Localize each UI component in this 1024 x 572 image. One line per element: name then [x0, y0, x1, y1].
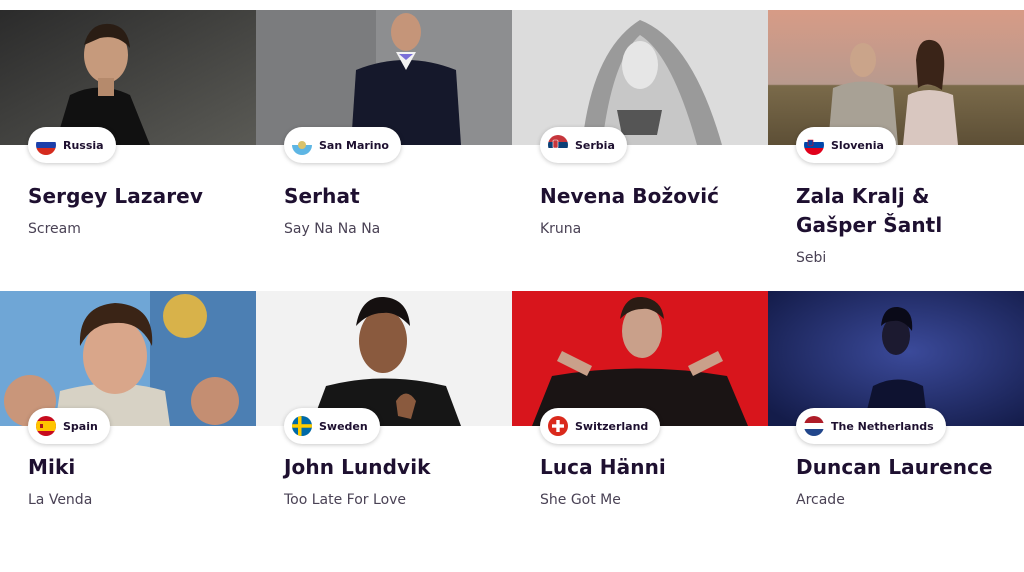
- artist-name: Duncan Laurence: [796, 455, 993, 479]
- artist-name: Miki: [28, 455, 76, 479]
- artist-photo: [256, 291, 512, 426]
- switzerland-flag-icon: [548, 416, 568, 436]
- song-title: Arcade: [796, 492, 845, 508]
- country-name: Switzerland: [575, 419, 649, 433]
- participant-card-sweden[interactable]: Sweden John Lundvik Too Late For Love: [256, 291, 512, 572]
- artist-photo: [0, 291, 256, 426]
- country-tag: Spain: [28, 408, 110, 444]
- sweden-flag-icon: [292, 416, 312, 436]
- artist-photo: [768, 10, 1024, 145]
- slovenia-flag-icon: [804, 135, 824, 155]
- artist-photo: [256, 10, 512, 145]
- participant-card-switzerland[interactable]: Switzerland Luca Hänni She Got Me: [512, 291, 768, 572]
- country-tag: Switzerland: [540, 408, 661, 444]
- artist-name: Luca Hänni: [540, 455, 666, 479]
- artist-name: Sergey Lazarev: [28, 184, 203, 208]
- country-tag: The Netherlands: [796, 408, 946, 444]
- song-title: Sebi: [796, 250, 827, 266]
- country-name: Sweden: [319, 419, 368, 433]
- country-tag: Russia: [28, 127, 116, 163]
- country-name: Slovenia: [831, 138, 884, 152]
- song-title: Too Late For Love: [284, 492, 407, 508]
- country-tag: Slovenia: [796, 127, 896, 163]
- country-name: The Netherlands: [831, 419, 934, 433]
- participant-card-san-marino[interactable]: San Marino Serhat Say Na Na Na: [256, 10, 512, 291]
- russia-flag-icon: [36, 135, 56, 155]
- country-tag: Serbia: [540, 127, 627, 163]
- participant-card-russia[interactable]: Russia Sergey Lazarev Scream: [0, 10, 256, 291]
- artist-name: Nevena Božović: [540, 184, 720, 208]
- participants-grid: Russia Sergey Lazarev Scream San Marino …: [0, 0, 1024, 512]
- artist-photo: [512, 291, 768, 426]
- participant-card-spain[interactable]: Spain Miki La Venda: [0, 291, 256, 572]
- country-tag: San Marino: [284, 127, 401, 163]
- song-title: Scream: [28, 221, 81, 237]
- song-title: Say Na Na Na: [284, 221, 381, 237]
- artist-name: Serhat: [284, 184, 360, 208]
- artist-name: John Lundvik: [284, 455, 431, 479]
- spain-flag-icon: [36, 416, 56, 436]
- song-title: La Venda: [28, 492, 93, 508]
- song-title: Kruna: [540, 221, 582, 237]
- san-marino-flag-icon: [292, 135, 312, 155]
- country-name: Russia: [63, 138, 104, 152]
- artist-photo: [768, 291, 1024, 426]
- serbia-flag-icon: [548, 135, 568, 155]
- country-name: San Marino: [319, 138, 389, 152]
- participant-card-slovenia[interactable]: Slovenia Zala Kralj & Gašper Šantl Sebi: [768, 10, 1024, 291]
- artist-name: Zala Kralj & Gašper Šantl: [796, 184, 943, 237]
- netherlands-flag-icon: [804, 416, 824, 436]
- song-title: She Got Me: [540, 492, 621, 508]
- participant-card-the-netherlands[interactable]: The Netherlands Duncan Laurence Arcade: [768, 291, 1024, 572]
- participant-card-serbia[interactable]: Serbia Nevena Božović Kruna: [512, 10, 768, 291]
- artist-photo: [512, 10, 768, 145]
- country-name: Serbia: [575, 138, 615, 152]
- country-tag: Sweden: [284, 408, 380, 444]
- country-name: Spain: [63, 419, 98, 433]
- artist-photo: [0, 10, 256, 145]
